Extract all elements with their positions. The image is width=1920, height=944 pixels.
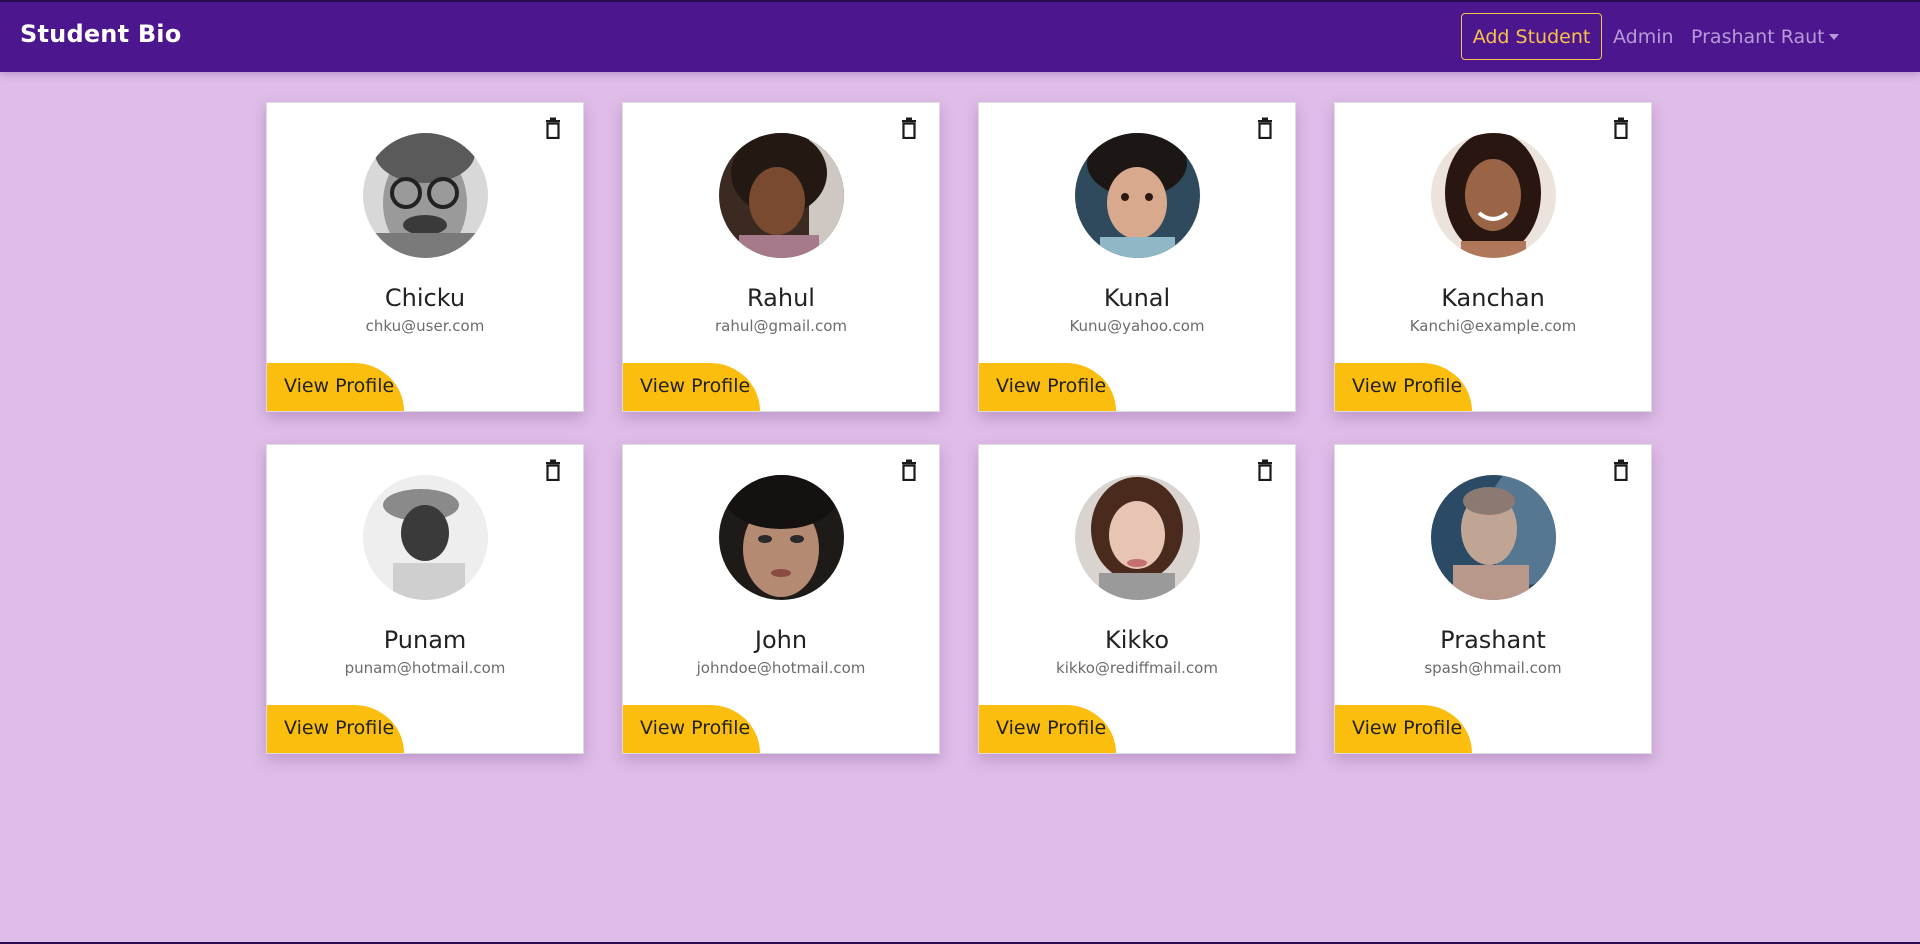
student-name: John: [754, 626, 808, 654]
student-name: Chicku: [384, 284, 466, 312]
student-email: punam@hotmail.com: [344, 659, 506, 677]
student-avatar: [1075, 133, 1200, 258]
student-card: Kanchan Kanchi@example.com View Profile: [1334, 102, 1652, 412]
student-email: spash@hmail.com: [1424, 659, 1562, 677]
student-email: kikko@rediffmail.com: [1056, 659, 1218, 677]
student-name: Rahul: [747, 284, 815, 312]
student-email: Kunu@yahoo.com: [1069, 317, 1205, 335]
add-student-button[interactable]: Add Student: [1461, 13, 1602, 60]
student-card: Kikko kikko@rediffmail.com View Profile: [978, 444, 1296, 754]
student-avatar: [1431, 133, 1556, 258]
view-profile-button[interactable]: View Profile: [267, 363, 404, 411]
student-avatar: [1431, 475, 1556, 600]
trash-icon[interactable]: [901, 459, 917, 481]
view-profile-button[interactable]: View Profile: [1335, 705, 1472, 753]
student-avatar: [363, 133, 488, 258]
view-profile-button[interactable]: View Profile: [623, 363, 760, 411]
trash-icon[interactable]: [545, 459, 561, 481]
trash-icon[interactable]: [1613, 117, 1629, 139]
user-name: Prashant Raut: [1691, 26, 1825, 48]
student-avatar: [363, 475, 488, 600]
student-card: Prashant spash@hmail.com View Profile: [1334, 444, 1652, 754]
student-name: Kikko: [1104, 626, 1170, 654]
view-profile-button[interactable]: View Profile: [267, 705, 404, 753]
nav-admin-link[interactable]: Admin: [1613, 26, 1674, 48]
student-card: John johndoe@hotmail.com View Profile: [622, 444, 940, 754]
student-avatar: [719, 475, 844, 600]
user-menu-dropdown[interactable]: Prashant Raut: [1691, 26, 1839, 48]
view-profile-button[interactable]: View Profile: [1335, 363, 1472, 411]
trash-icon[interactable]: [901, 117, 917, 139]
brand-title[interactable]: Student Bio: [20, 20, 181, 48]
trash-icon[interactable]: [1257, 459, 1273, 481]
student-email: chku@user.com: [365, 317, 485, 335]
view-profile-button[interactable]: View Profile: [623, 705, 760, 753]
student-email: Kanchi@example.com: [1409, 317, 1577, 335]
student-email: johndoe@hotmail.com: [696, 659, 866, 677]
student-avatar: [1075, 475, 1200, 600]
student-card: Punam punam@hotmail.com View Profile: [266, 444, 584, 754]
trash-icon[interactable]: [1613, 459, 1629, 481]
student-card: Chicku chku@user.com View Profile: [266, 102, 584, 412]
student-name: Punam: [383, 626, 467, 654]
student-card: Kunal Kunu@yahoo.com View Profile: [978, 102, 1296, 412]
student-name: Prashant: [1440, 626, 1546, 654]
top-navbar: Student Bio Add Student Admin Prashant R…: [0, 0, 1920, 72]
student-name: Kunal: [1103, 284, 1171, 312]
student-email: rahul@gmail.com: [714, 317, 847, 335]
trash-icon[interactable]: [545, 117, 561, 139]
view-profile-button[interactable]: View Profile: [979, 705, 1116, 753]
student-avatar: [719, 133, 844, 258]
chevron-down-icon: [1828, 34, 1839, 40]
view-profile-button[interactable]: View Profile: [979, 363, 1116, 411]
student-card: Rahul rahul@gmail.com View Profile: [622, 102, 940, 412]
student-name: Kanchan: [1441, 284, 1545, 312]
trash-icon[interactable]: [1257, 117, 1273, 139]
